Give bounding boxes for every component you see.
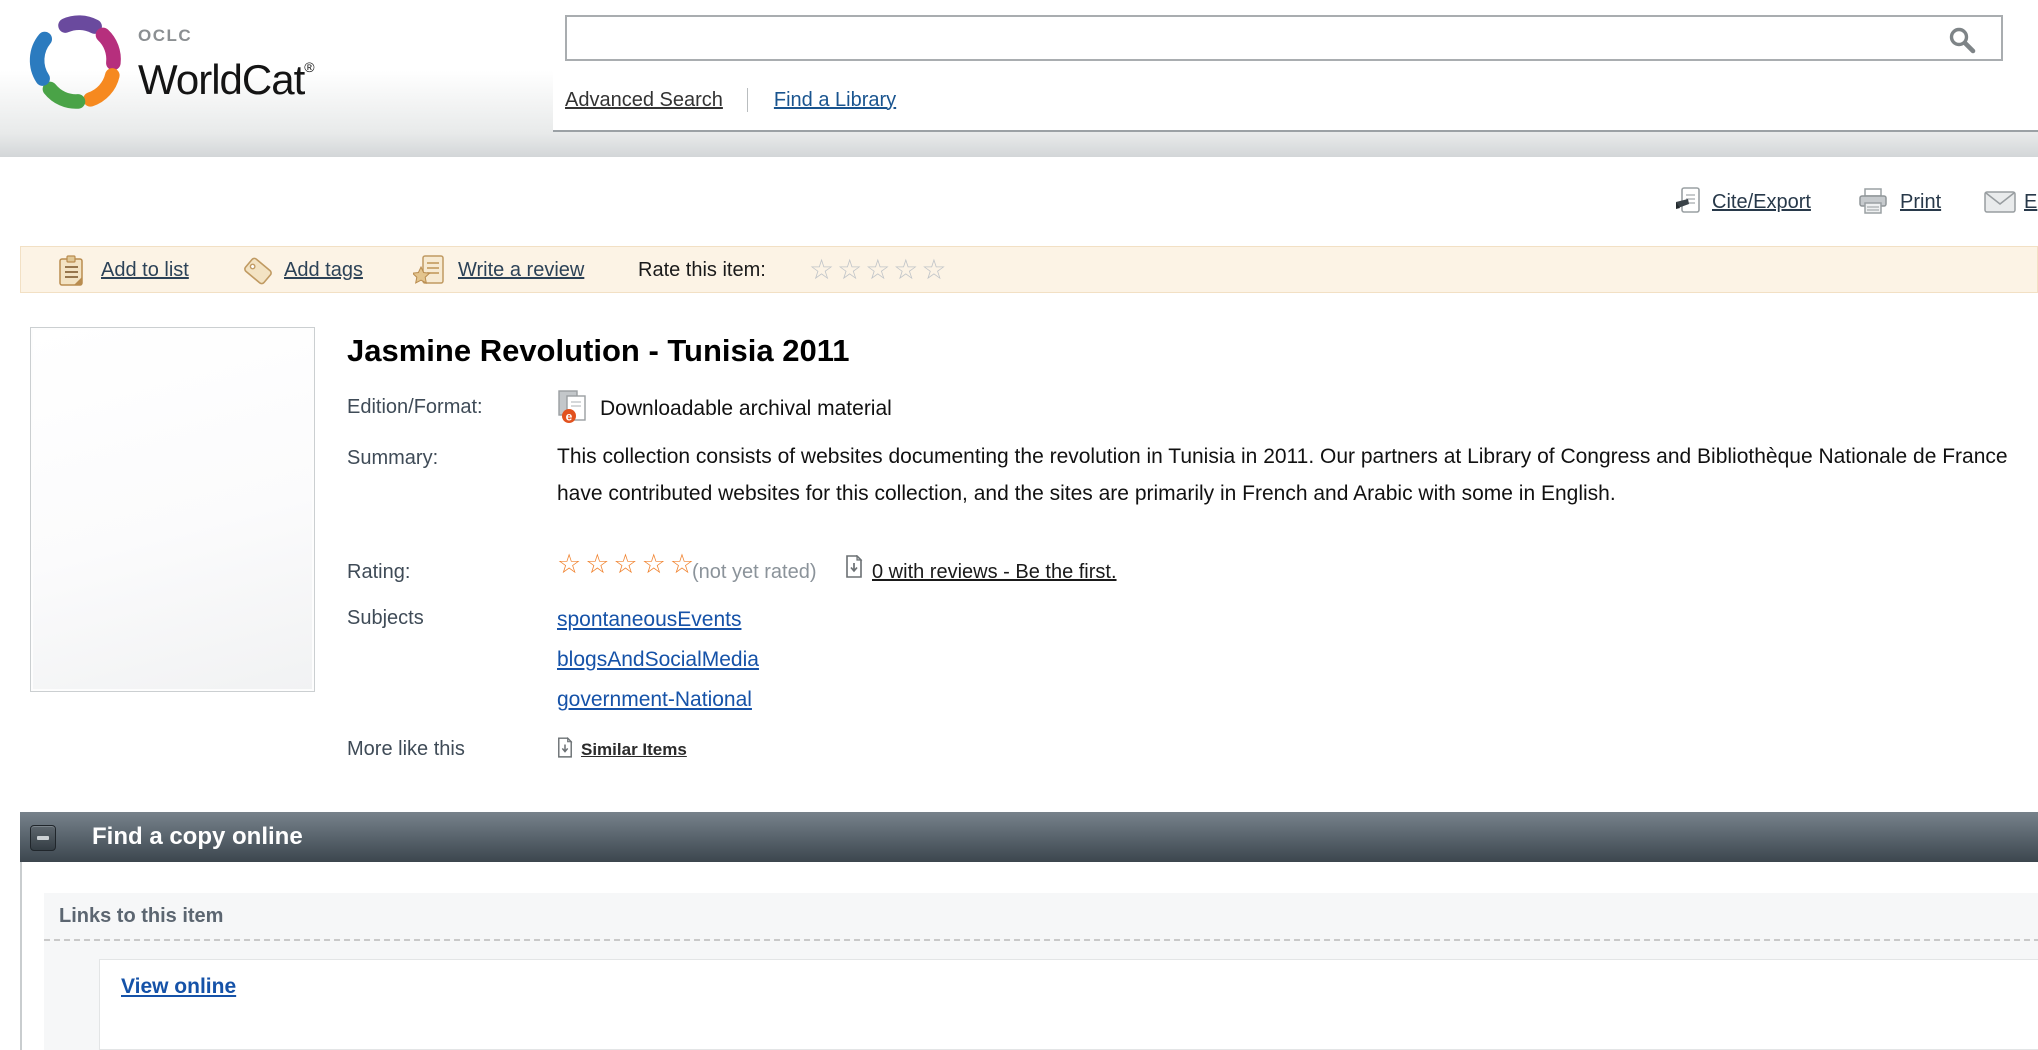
edition-format-label: Edition/Format: (347, 396, 483, 419)
add-to-list-icon (57, 255, 85, 292)
cite-export-icon (1674, 186, 1702, 221)
write-review-link[interactable]: Write a review (458, 259, 584, 282)
links-to-item-header: Links to this item (44, 893, 2038, 941)
add-tags-link[interactable]: Add tags (284, 259, 363, 282)
email-link[interactable]: E (2024, 191, 2037, 214)
write-review-icon (413, 254, 447, 292)
reviews-link[interactable]: 0 with reviews - Be the first. (872, 561, 1117, 584)
similar-items-doc-icon (557, 737, 573, 764)
collapse-section-button[interactable] (30, 825, 56, 851)
print-icon (1858, 188, 1888, 221)
record-actions-row: Cite/Export Print E (0, 186, 2038, 220)
link-divider (747, 88, 748, 112)
summary-label: Summary: (347, 447, 438, 470)
rate-stars[interactable]: ☆☆☆☆☆ (809, 256, 950, 284)
view-online-link[interactable]: View online (121, 975, 236, 999)
search-icon[interactable] (1948, 26, 1976, 59)
rating-label: Rating: (347, 561, 410, 584)
find-copy-online-title: Find a copy online (92, 823, 303, 851)
print-link[interactable]: Print (1900, 191, 1941, 214)
cite-export-link[interactable]: Cite/Export (1712, 191, 1811, 214)
record-title: Jasmine Revolution - Tunisia 2011 (347, 333, 849, 369)
find-copy-online-body: Links to this item View online (20, 862, 2038, 1050)
more-like-this-label: More like this (347, 738, 465, 761)
rating-note: (not yet rated) (692, 561, 817, 584)
downloadable-material-icon: e (557, 390, 589, 429)
edition-format-value: Downloadable archival material (600, 397, 892, 421)
subjects-list: spontaneousEvents blogsAndSocialMedia go… (557, 608, 759, 728)
advanced-search-link[interactable]: Advanced Search (565, 89, 723, 112)
add-to-list-link[interactable]: Add to list (101, 259, 189, 282)
item-toolbar: Add to list Add tags Write a review Rate… (20, 246, 2038, 293)
oclc-swirl-icon (26, 12, 130, 116)
add-tags-icon (241, 255, 275, 292)
email-icon (1984, 191, 2016, 218)
search-panel: Advanced Search Find a Library (553, 3, 2038, 132)
subjects-label: Subjects (347, 607, 424, 630)
worldcat-wordmark: WorldCat® (138, 46, 314, 101)
cover-image-placeholder (30, 327, 315, 692)
similar-items-link[interactable]: Similar Items (581, 740, 687, 760)
rate-this-item-label: Rate this item: (638, 259, 766, 282)
registered-mark: ® (304, 59, 313, 75)
reviews-doc-icon (845, 555, 863, 584)
rating-stars: ☆☆☆☆☆ (557, 551, 698, 578)
page-header: OCLC WorldCat® Advanced Search Find a Li… (0, 0, 2038, 157)
subject-link[interactable]: spontaneousEvents (557, 608, 759, 632)
find-copy-online-header: Find a copy online (20, 812, 2038, 862)
find-a-library-link[interactable]: Find a Library (774, 89, 896, 112)
summary-text: This collection consists of websites doc… (557, 438, 2015, 512)
oclc-wordmark: OCLC (138, 26, 314, 46)
links-to-item-title: Links to this item (59, 905, 223, 928)
links-to-item-panel: Links to this item View online (44, 893, 2038, 1050)
minus-icon (37, 836, 49, 840)
svg-text:e: e (566, 410, 573, 424)
search-input[interactable] (565, 15, 2003, 61)
subject-link[interactable]: government-National (557, 688, 759, 712)
links-to-item-content: View online (99, 959, 2038, 1050)
worldcat-logo[interactable]: OCLC WorldCat® (26, 10, 426, 128)
search-links: Advanced Search Find a Library (565, 88, 896, 112)
subject-link[interactable]: blogsAndSocialMedia (557, 648, 759, 672)
